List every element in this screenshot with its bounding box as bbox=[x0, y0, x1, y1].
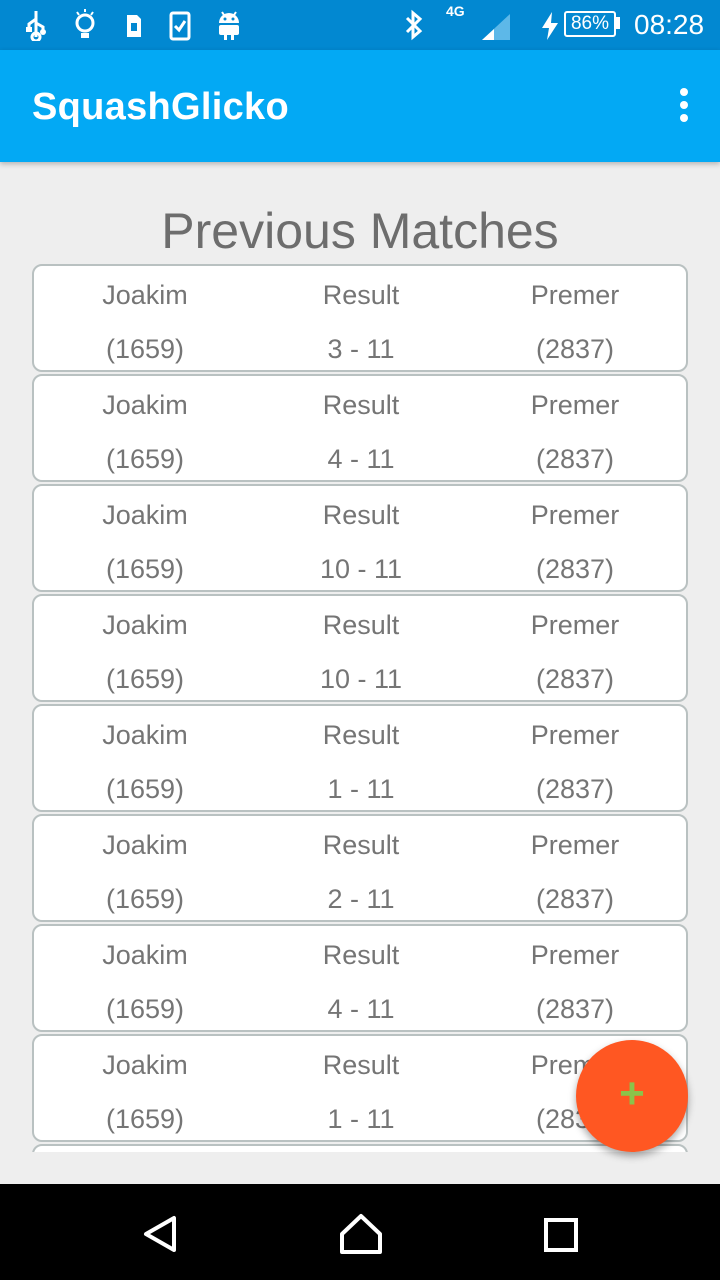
match-score: 10 - 11 bbox=[319, 664, 403, 694]
match-card[interactable]: Joakim Result Premer (1659) 10 - 11 (283… bbox=[32, 594, 688, 702]
result-label: Result bbox=[322, 390, 400, 420]
opponent-rating: (2837) bbox=[535, 444, 615, 474]
match-card[interactable]: Joakim Result Premer (1659) 3 - 11 (2837… bbox=[32, 264, 688, 372]
player-rating: (1659) bbox=[105, 334, 185, 364]
opponent-name: Premer bbox=[530, 940, 620, 970]
result-label: Result bbox=[322, 720, 400, 750]
player-name: Joakim bbox=[102, 610, 188, 640]
opponent-name: Premer bbox=[530, 830, 620, 860]
player-rating: (1659) bbox=[105, 1104, 185, 1134]
player-name: Joakim bbox=[102, 390, 188, 420]
overflow-dot-icon bbox=[680, 114, 688, 122]
opponent-name: Premer bbox=[530, 610, 620, 640]
player-name: Joakim bbox=[102, 1050, 188, 1080]
opponent-name: Premer bbox=[530, 720, 620, 750]
opponent-rating: (2837) bbox=[535, 884, 615, 914]
opponent-rating: (2837) bbox=[535, 994, 615, 1024]
charging-icon bbox=[542, 12, 558, 40]
clock-time: 08:28 bbox=[634, 9, 705, 40]
result-label: Result bbox=[322, 500, 400, 530]
result-label: Result bbox=[322, 280, 400, 310]
match-score: 3 - 11 bbox=[327, 334, 395, 364]
player-name: Joakim bbox=[102, 940, 188, 970]
opponent-name: Premer bbox=[530, 390, 620, 420]
overflow-dot-icon bbox=[680, 88, 688, 96]
bluetooth-icon bbox=[405, 9, 423, 41]
player-name: Joakim bbox=[102, 830, 188, 860]
battery-indicator: 86% bbox=[564, 11, 616, 37]
player-rating: (1659) bbox=[105, 664, 185, 694]
match-score: 1 - 11 bbox=[327, 774, 395, 804]
player-rating: (1659) bbox=[105, 884, 185, 914]
match-card[interactable] bbox=[32, 1144, 688, 1152]
result-label: Result bbox=[322, 940, 400, 970]
add-match-button[interactable]: + bbox=[576, 1040, 688, 1152]
result-label: Result bbox=[322, 610, 400, 640]
match-list[interactable]: Joakim Result Premer (1659) 3 - 11 (2837… bbox=[32, 264, 688, 1152]
sim-card-icon bbox=[127, 15, 141, 37]
plus-icon: + bbox=[619, 1069, 645, 1118]
network-type-label: 4G bbox=[446, 3, 465, 19]
page-title: Previous Matches bbox=[161, 203, 559, 259]
match-card[interactable]: Joakim Result Premer (1659) 4 - 11 (2837… bbox=[32, 374, 688, 482]
opponent-name: Premer bbox=[530, 280, 620, 310]
match-score: 4 - 11 bbox=[327, 444, 395, 474]
player-rating: (1659) bbox=[105, 554, 185, 584]
app-title: SquashGlicko bbox=[32, 86, 290, 128]
match-card[interactable]: Joakim Result Premer (1659) 4 - 11 (2837… bbox=[32, 924, 688, 1032]
back-icon[interactable] bbox=[140, 1214, 180, 1254]
clipboard-check-icon bbox=[169, 11, 191, 41]
overflow-menu-button[interactable] bbox=[676, 88, 692, 124]
match-card[interactable]: Joakim Result Premer (1659) 2 - 11 (2837… bbox=[32, 814, 688, 922]
opponent-rating: (2837) bbox=[535, 774, 615, 804]
result-label: Result bbox=[322, 1050, 400, 1080]
home-icon[interactable] bbox=[338, 1212, 384, 1256]
recents-icon[interactable] bbox=[542, 1216, 580, 1254]
match-card[interactable]: Joakim Result Premer (1659) 10 - 11 (283… bbox=[32, 484, 688, 592]
player-name: Joakim bbox=[102, 500, 188, 530]
battery-tip bbox=[616, 17, 620, 29]
android-icon bbox=[219, 11, 239, 40]
match-score: 2 - 11 bbox=[327, 884, 395, 914]
result-label: Result bbox=[322, 830, 400, 860]
match-score: 4 - 11 bbox=[327, 994, 395, 1024]
match-card[interactable]: Joakim Result Premer (1659) 1 - 11 (2837… bbox=[32, 704, 688, 812]
match-score: 10 - 11 bbox=[319, 554, 403, 584]
signal-icon bbox=[482, 14, 510, 40]
lightbulb-icon bbox=[75, 9, 95, 38]
opponent-rating: (2837) bbox=[535, 664, 615, 694]
overflow-dot-icon bbox=[680, 101, 688, 109]
player-name: Joakim bbox=[102, 280, 188, 310]
navigation-bar bbox=[0, 1184, 720, 1280]
battery-level: 86% bbox=[570, 13, 610, 34]
player-rating: (1659) bbox=[105, 444, 185, 474]
opponent-rating: (2837) bbox=[535, 554, 615, 584]
player-rating: (1659) bbox=[105, 774, 185, 804]
status-bar: 4G 86% 08:28 bbox=[0, 0, 720, 50]
opponent-rating: (2837) bbox=[535, 334, 615, 364]
app-bar: SquashGlicko bbox=[0, 50, 720, 162]
match-score: 1 - 11 bbox=[327, 1104, 395, 1134]
usb-icon bbox=[26, 11, 46, 41]
player-rating: (1659) bbox=[105, 994, 185, 1024]
player-name: Joakim bbox=[102, 720, 188, 750]
opponent-name: Premer bbox=[530, 500, 620, 530]
content-area[interactable]: Previous Matches Joakim Result Premer (1… bbox=[0, 162, 720, 1152]
